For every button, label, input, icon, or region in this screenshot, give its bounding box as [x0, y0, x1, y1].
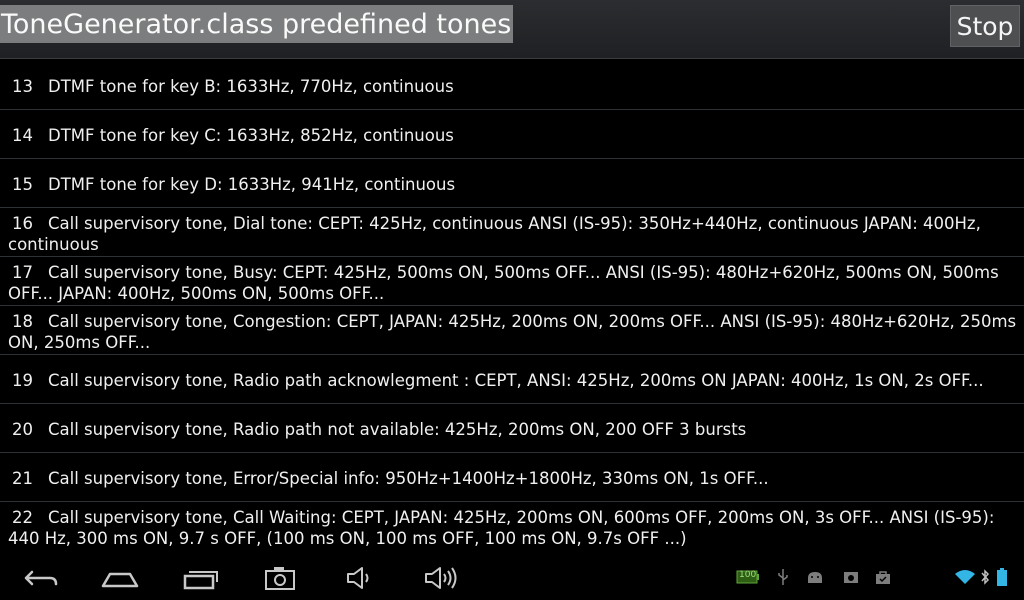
- usb-icon: [776, 566, 790, 588]
- list-item[interactable]: 14 DTMF tone for key C: 1633Hz, 852Hz, co…: [0, 111, 1024, 159]
- list-item[interactable]: 13 DTMF tone for key B: 1633Hz, 770Hz, co…: [0, 62, 1024, 110]
- tone-description: DTMF tone for key B: 1633Hz, 770Hz, cont…: [48, 77, 454, 96]
- tone-description: Call supervisory tone, Error/Special inf…: [48, 469, 769, 488]
- action-bar: ToneGenerator.class predefined tones Sto…: [0, 0, 1024, 59]
- tone-number: 20: [12, 420, 33, 439]
- tone-description: Call supervisory tone, Congestion: CEPT,…: [8, 312, 1017, 352]
- shopping-bag-icon: [874, 566, 892, 588]
- tone-number: 15: [12, 175, 33, 194]
- tone-number: 14: [12, 126, 33, 145]
- list-item[interactable]: 18 Call supervisory tone, Congestion: CEP…: [0, 307, 1024, 355]
- photo-notification-icon: [842, 566, 860, 588]
- system-navigation-bar: [0, 556, 1024, 600]
- home-icon[interactable]: [90, 560, 150, 596]
- recent-apps-icon[interactable]: [170, 560, 230, 596]
- tone-number: 13: [12, 77, 33, 96]
- tone-number: 19: [12, 371, 33, 390]
- tone-description: Call supervisory tone, Dial tone: CEPT: …: [8, 214, 981, 254]
- list-item[interactable]: 22 Call supervisory tone, Call Waiting: C…: [0, 503, 1024, 551]
- list-item[interactable]: 17 Call supervisory tone, Busy: CEPT: 425…: [0, 258, 1024, 306]
- list-item[interactable]: 21 Call supervisory tone, Error/Special i…: [0, 454, 1024, 502]
- list-item[interactable]: 20 Call supervisory tone, Radio path not …: [0, 405, 1024, 453]
- volume-down-icon[interactable]: [330, 560, 390, 596]
- wifi-icon: [954, 566, 976, 588]
- tone-list[interactable]: 13 DTMF tone for key B: 1633Hz, 770Hz, co…: [0, 62, 1024, 552]
- tone-description: Call supervisory tone, Call Waiting: CEP…: [8, 508, 995, 548]
- battery-level-text: 100: [739, 570, 757, 580]
- list-item[interactable]: 19 Call supervisory tone, Radio path ackn…: [0, 356, 1024, 404]
- tone-description: Call supervisory tone, Busy: CEPT: 425Hz…: [8, 263, 999, 303]
- tone-number: 21: [12, 469, 33, 488]
- tone-number: 16: [12, 214, 33, 233]
- tone-description: Call supervisory tone, Radio path not av…: [48, 420, 747, 439]
- list-item[interactable]: 16 Call supervisory tone, Dial tone: CEPT…: [0, 209, 1024, 257]
- tone-description: DTMF tone for key C: 1633Hz, 852Hz, cont…: [48, 126, 454, 145]
- tone-number: 17: [12, 263, 33, 282]
- tone-number: 18: [12, 312, 33, 331]
- battery-status-icon: 100: [736, 566, 760, 588]
- back-icon[interactable]: [10, 560, 70, 596]
- battery-icon: [996, 566, 1008, 588]
- page-title: ToneGenerator.class predefined tones: [0, 5, 514, 43]
- volume-up-icon[interactable]: [410, 560, 470, 596]
- stop-button[interactable]: Stop: [950, 5, 1020, 47]
- android-debug-icon: [806, 566, 824, 588]
- tone-description: DTMF tone for key D: 1633Hz, 941Hz, cont…: [48, 175, 456, 194]
- bluetooth-icon: [980, 566, 990, 588]
- tone-description: Call supervisory tone, Radio path acknow…: [48, 371, 984, 390]
- list-item[interactable]: 15 DTMF tone for key D: 1633Hz, 941Hz, co…: [0, 160, 1024, 208]
- tone-number: 22: [12, 508, 33, 527]
- screenshot-icon[interactable]: [250, 560, 310, 596]
